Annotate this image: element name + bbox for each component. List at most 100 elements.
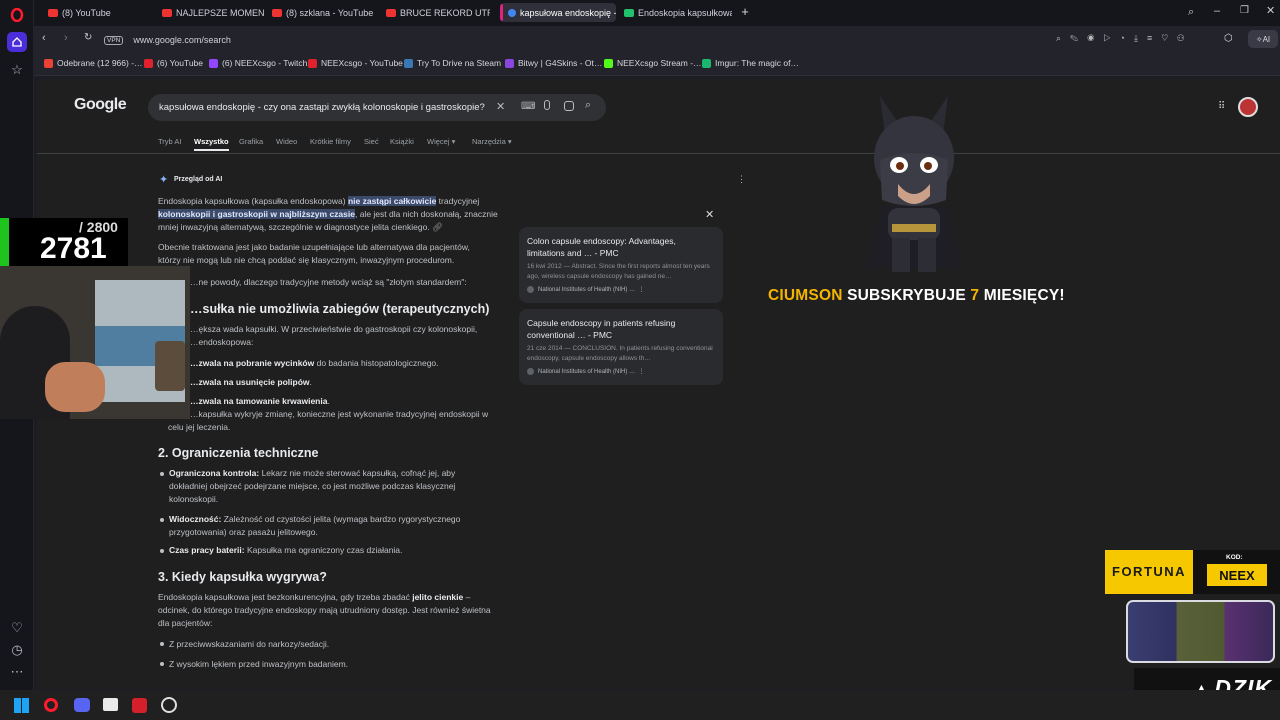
tab-short-videos[interactable]: Krótkie filmy	[310, 137, 351, 146]
vpn-badge[interactable]: VPN	[104, 35, 124, 45]
apps-grid-icon[interactable]: ⠿	[1218, 101, 1225, 112]
tab-web[interactable]: Sieć	[364, 137, 379, 146]
link-icon[interactable]: 🔗︎	[432, 222, 443, 232]
reload-button[interactable]: ↻	[84, 32, 92, 43]
text: Endoskopia kapsułkowa (kapsułka endoskop…	[158, 196, 348, 206]
bookmark-label: Try To Drive na Steam	[417, 58, 502, 68]
lens-icon[interactable]	[564, 101, 574, 111]
bookmark-neex-youtube[interactable]: NEEXcsgo - YouTube	[308, 58, 403, 68]
avatar[interactable]	[1238, 97, 1258, 117]
close-sources-icon[interactable]: ✕	[705, 208, 714, 221]
explorer-taskbar-icon[interactable]	[103, 698, 118, 711]
tab-label: kapsułowa endoskopię - …	[520, 7, 616, 18]
tab-najlepsze[interactable]: NAJLEPSZE MOMENTY P…	[158, 3, 264, 22]
windows-taskbar	[0, 690, 1280, 720]
tab-tools[interactable]: Narzędzia ▾	[472, 137, 512, 146]
subscriber-name: CIUMSON	[768, 287, 843, 304]
code-label: KOD:	[1226, 554, 1243, 561]
app-taskbar-icon[interactable]	[132, 698, 147, 713]
tab-label: Endoskopia kapsułkowa - …	[638, 7, 732, 18]
opera-logo-icon[interactable]	[7, 5, 27, 25]
tab-more[interactable]: Więcej ▾	[427, 137, 455, 146]
bookmark-g4skins[interactable]: Bitwy | G4Skins - Ot…	[505, 58, 602, 68]
opera-taskbar-icon[interactable]	[44, 698, 58, 712]
bookmark-gmail[interactable]: Odebrane (12 966) -…	[44, 58, 143, 68]
bookmark-imgur[interactable]: Imgur: The magic of…	[702, 58, 799, 68]
text: do badania histopatologicznego.	[314, 358, 439, 368]
site-icon	[624, 8, 634, 17]
home-icon[interactable]	[7, 32, 27, 52]
tab-video[interactable]: Wideo	[276, 137, 297, 146]
tab-bar: (8) YouTube NAJLEPSZE MOMENTY P… (8) szk…	[34, 0, 1280, 26]
ai-overview-menu-icon[interactable]: ⋮	[737, 174, 746, 185]
search-icon[interactable]: ⌕	[585, 99, 591, 112]
ai-paragraph-1: Endoskopia kapsułkowa (kapsułka endoskop…	[158, 195, 498, 234]
minimize-button[interactable]: –	[1214, 5, 1220, 17]
tab-all[interactable]: Wszystko	[194, 137, 229, 151]
clear-search-icon[interactable]: ✕	[496, 100, 505, 113]
bookmark-steam[interactable]: Try To Drive na Steam	[404, 58, 501, 68]
code-box: KOD: NEEX	[1193, 550, 1280, 594]
tab-ai-mode[interactable]: Tryb AI	[158, 137, 181, 146]
source-card[interactable]: Colon capsule endoscopy: Advantages, lim…	[519, 227, 723, 303]
section-3-item-2: Z wysokim lękiem przed inwazyjnym badani…	[169, 659, 349, 669]
steelseries-taskbar-icon[interactable]	[161, 697, 177, 713]
bookmark-label: Imgur: The magic of…	[715, 58, 799, 68]
tab-google-active[interactable]: kapsułowa endoskopię - …	[500, 3, 616, 22]
maximize-button[interactable]: ❐	[1240, 5, 1249, 16]
globe-icon	[527, 286, 534, 293]
google-logo[interactable]: Google	[74, 96, 127, 114]
extensions-icon[interactable]: ⬡	[1224, 33, 1233, 44]
pinboard-icon[interactable]: ☆	[7, 60, 27, 80]
tab-images[interactable]: Grafika	[239, 137, 263, 146]
bullet	[160, 549, 164, 553]
tab-books[interactable]: Książki	[390, 137, 414, 146]
forward-button[interactable]: ›	[64, 32, 68, 44]
text: Endoskopia kapsułkowa jest bezkonkurency…	[158, 592, 413, 602]
bookmark-youtube[interactable]: (6) YouTube	[144, 58, 203, 68]
close-window-button[interactable]: ✕	[1266, 4, 1275, 17]
heart-icon[interactable]: ♡	[7, 618, 27, 638]
search-input[interactable]: kapsułowa endoskopię - czy ona zastąpi z…	[148, 94, 606, 121]
months-count: 7	[970, 287, 980, 304]
keyboard-icon[interactable]: ⌨	[521, 101, 535, 112]
text: celu jej leczenia.	[168, 422, 231, 432]
bold: …zwala na usunięcie polipów	[190, 377, 310, 387]
source-title[interactable]: Capsule endoscopy in patients refusing c…	[527, 317, 715, 341]
ai-label: AI	[1262, 34, 1271, 44]
tab-label: (8) YouTube	[62, 7, 111, 18]
source-snippet: 16 kwi 2012 — Abstract. Since the first …	[527, 263, 710, 280]
ai-sparkle-icon: ✦	[159, 174, 169, 186]
tab-youtube[interactable]: (8) YouTube	[44, 3, 154, 22]
back-button[interactable]: ‹	[42, 32, 46, 44]
microphone-icon[interactable]	[544, 100, 550, 110]
history-icon[interactable]: ◷	[7, 640, 27, 660]
text: dla pacjentów:	[158, 618, 213, 628]
windows-start-icon[interactable]	[14, 698, 29, 713]
tab-endoskopia[interactable]: Endoskopia kapsułkowa - …	[620, 3, 732, 22]
source-title[interactable]: Colon capsule endoscopy: Advantages, lim…	[527, 235, 715, 259]
tab-label: NAJLEPSZE MOMENTY P…	[176, 7, 264, 18]
source-card[interactable]: Capsule endoscopy in patients refusing c…	[519, 309, 723, 385]
text: .	[327, 396, 330, 406]
tab-szklana[interactable]: (8) szklana - YouTube	[268, 3, 378, 22]
ai-overview-label: Przegląd od AI	[174, 176, 223, 183]
aria-ai-button[interactable]: ✧ AI	[1248, 30, 1278, 48]
bookmark-label: (6) YouTube	[157, 58, 203, 68]
bold: Czas pracy baterii:	[169, 545, 245, 555]
more-icon[interactable]: ⋯	[7, 662, 27, 682]
goal-counter: / 2800 2781	[0, 218, 128, 266]
bookmark-kick[interactable]: NEEXcsgo Stream -…	[604, 58, 702, 68]
bold: Widoczność:	[169, 514, 222, 524]
bullet	[160, 472, 164, 476]
text: …endoskopowa:	[190, 337, 254, 347]
url-field[interactable]: VPN www.google.com/search	[104, 31, 1114, 49]
search-tabs-icon[interactable]: ⌕	[1188, 6, 1194, 19]
bookmark-twitch[interactable]: (6) NEEXcsgo - Twitch	[209, 58, 307, 68]
bold: jelito cienkie	[412, 592, 464, 602]
new-tab-button[interactable]: +	[738, 5, 752, 19]
code-value: NEEX	[1207, 564, 1267, 586]
discord-taskbar-icon[interactable]	[74, 698, 90, 712]
bold: …zwala na pobranie wycinków	[190, 358, 315, 368]
tab-bruce[interactable]: BRUCE REKORD UTRATY W…	[382, 3, 490, 22]
